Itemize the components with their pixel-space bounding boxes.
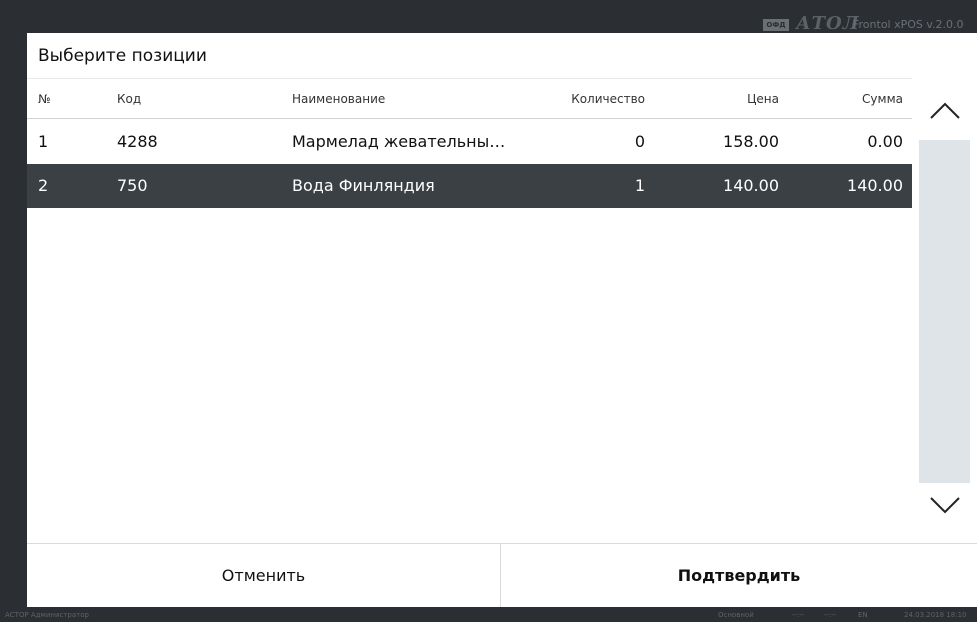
column-header-quantity: Количество bbox=[571, 92, 645, 106]
chevron-up-icon[interactable] bbox=[927, 92, 963, 128]
row-price: 140.00 bbox=[723, 176, 779, 195]
row-name: Вода Финляндия bbox=[292, 176, 435, 195]
row-number: 2 bbox=[38, 176, 49, 195]
app-version: Frontol xPOS v.2.0.0 bbox=[853, 18, 964, 31]
table-header-divider bbox=[27, 118, 912, 119]
row-sum: 140.00 bbox=[847, 176, 903, 195]
scroll-track[interactable] bbox=[919, 140, 970, 483]
header-divider bbox=[27, 78, 912, 79]
column-header-code: Код bbox=[117, 92, 142, 106]
row-quantity: 1 bbox=[634, 176, 645, 195]
status-mode: Основной bbox=[718, 611, 754, 619]
table-row[interactable]: 1 4288 Мармелад жевательны… 0 158.00 0.0… bbox=[27, 120, 912, 164]
status-datetime: 24.03.2018 18:10 bbox=[904, 611, 967, 619]
confirm-button[interactable]: Подтвердить bbox=[501, 544, 977, 607]
scrollbar[interactable] bbox=[912, 78, 977, 543]
column-header-number: № bbox=[38, 92, 51, 106]
row-code: 750 bbox=[117, 176, 148, 195]
top-bar: ОФД АТОЛ Frontol xPOS v.2.0.0 bbox=[0, 0, 977, 33]
status-field-2: --:-- bbox=[824, 611, 837, 619]
row-sum: 0.00 bbox=[867, 132, 903, 151]
status-user: АСТОР Администратор bbox=[5, 611, 89, 619]
column-header-price: Цена bbox=[747, 92, 779, 106]
row-price: 158.00 bbox=[723, 132, 779, 151]
cancel-button[interactable]: Отменить bbox=[27, 544, 500, 607]
status-field-1: --:-- bbox=[792, 611, 805, 619]
dialog-title: Выберите позиции bbox=[38, 46, 207, 66]
status-language: EN bbox=[858, 611, 868, 619]
select-items-dialog: Выберите позиции № Код Наименование Коли… bbox=[27, 33, 977, 607]
column-header-sum: Сумма bbox=[862, 92, 903, 106]
ofd-badge: ОФД bbox=[763, 19, 789, 31]
row-number: 1 bbox=[38, 132, 49, 151]
atol-logo: АТОЛ bbox=[796, 13, 860, 34]
table-row-selected[interactable]: 2 750 Вода Финляндия 1 140.00 140.00 bbox=[27, 164, 912, 208]
status-bar: АСТОР Администратор Основной --:-- --:--… bbox=[0, 609, 977, 622]
row-code: 4288 bbox=[117, 132, 158, 151]
row-name: Мармелад жевательны… bbox=[292, 132, 506, 151]
row-quantity: 0 bbox=[634, 132, 645, 151]
chevron-down-icon[interactable] bbox=[927, 486, 963, 522]
column-header-name: Наименование bbox=[292, 92, 386, 106]
